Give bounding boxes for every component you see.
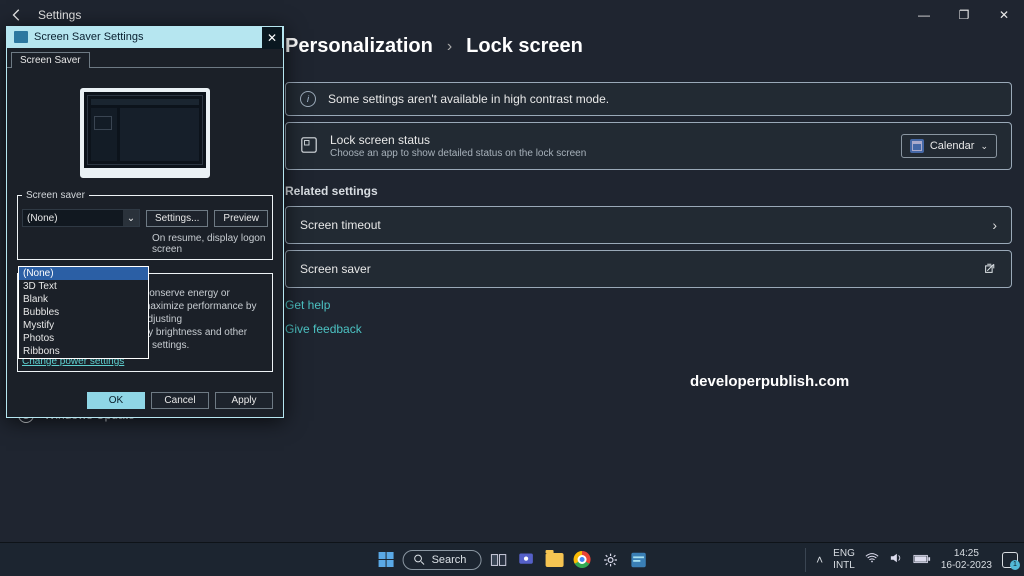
window-controls: — ❐ ✕ <box>904 0 1024 30</box>
lock-status-text: Lock screen status Choose an app to show… <box>330 133 889 159</box>
calendar-dropdown[interactable]: Calendar ⌄ <box>901 134 997 158</box>
open-external-icon <box>984 261 997 277</box>
wifi-icon[interactable] <box>865 552 879 567</box>
screensaver-fieldset: Screen saver (None) ⌄ Settings... Previe… <box>17 190 273 260</box>
breadcrumb-parent[interactable]: Personalization <box>285 35 433 58</box>
preview-button[interactable]: Preview <box>214 210 268 227</box>
settings-button[interactable] <box>599 549 621 571</box>
dropdown-option[interactable]: Mystify <box>19 319 148 332</box>
dropdown-option[interactable]: Bubbles <box>19 306 148 319</box>
screen-saver-row[interactable]: Screen saver <box>285 250 1012 288</box>
fieldset-legend: Screen saver <box>22 190 89 201</box>
screen-timeout-row[interactable]: Screen timeout › <box>285 206 1012 244</box>
tab-screensaver[interactable]: Screen Saver <box>11 52 90 68</box>
chat-button[interactable] <box>515 549 537 571</box>
screensaver-combobox[interactable]: (None) ⌄ <box>22 209 140 227</box>
calendar-label: Calendar <box>930 140 975 152</box>
breadcrumb: Personalization › Lock screen <box>285 35 1012 58</box>
notice-text: Some settings aren't available in high c… <box>328 92 997 106</box>
dropdown-option[interactable]: Blank <box>19 293 148 306</box>
dropdown-option[interactable]: (None) <box>19 267 148 280</box>
tray-chevron-icon[interactable]: ˄ <box>816 553 823 567</box>
dialog-titlebar[interactable]: Screen Saver Settings ✕ <box>7 26 283 48</box>
dialog-close-button[interactable]: ✕ <box>262 27 282 49</box>
get-help-link[interactable]: Get help <box>285 298 1012 312</box>
lang-line2: INTL <box>833 560 855 572</box>
chevron-down-icon: ⌄ <box>980 141 988 152</box>
chrome-button[interactable] <box>571 549 593 571</box>
ok-button[interactable]: OK <box>87 392 145 409</box>
lock-status-icon <box>300 136 318 157</box>
calendar-icon <box>910 139 924 153</box>
dialog-icon <box>14 31 28 43</box>
dropdown-option[interactable]: Ribbons <box>19 345 148 358</box>
date: 16-02-2023 <box>941 560 992 572</box>
battery-icon[interactable] <box>913 553 931 567</box>
lock-status-row[interactable]: Lock screen status Choose an app to show… <box>285 122 1012 170</box>
cancel-button[interactable]: Cancel <box>151 392 209 409</box>
chevron-right-icon: › <box>992 217 997 233</box>
taskbar: Search ˄ ENG INTL 14:25 16-02-2023 1 <box>0 542 1024 576</box>
lock-status-title: Lock screen status <box>330 133 889 147</box>
taskbar-search[interactable]: Search <box>403 550 482 570</box>
screensaver-dropdown-list: (None)3D TextBlankBubblesMystifyPhotosRi… <box>18 266 149 359</box>
related-heading: Related settings <box>285 184 1012 198</box>
taskbar-right: ˄ ENG INTL 14:25 16-02-2023 1 <box>805 548 1018 572</box>
notification-button[interactable]: 1 <box>1002 552 1018 568</box>
back-button[interactable] <box>6 4 28 26</box>
taskbar-center: Search <box>375 549 650 571</box>
settings-button[interactable]: Settings... <box>146 210 208 227</box>
chevron-down-icon: ⌄ <box>123 210 139 226</box>
dropdown-option[interactable]: 3D Text <box>19 280 148 293</box>
notif-badge: 1 <box>1010 560 1020 570</box>
app-button[interactable] <box>627 549 649 571</box>
clock[interactable]: 14:25 16-02-2023 <box>941 548 992 571</box>
screensaver-dialog: Screen Saver Settings ✕ Screen Saver Scr… <box>6 26 284 418</box>
app-title: Settings <box>38 8 81 22</box>
search-label: Search <box>432 554 467 566</box>
minimize-button[interactable]: — <box>904 0 944 30</box>
time: 14:25 <box>941 548 992 560</box>
main-content: Personalization › Lock screen i Some set… <box>285 35 1012 336</box>
start-button[interactable] <box>375 549 397 571</box>
screen-saver-label: Screen saver <box>300 262 972 276</box>
explorer-button[interactable] <box>543 549 565 571</box>
screensaver-preview <box>80 88 210 178</box>
combobox-value: (None) <box>27 213 58 224</box>
volume-icon[interactable] <box>889 552 903 567</box>
language-indicator[interactable]: ENG INTL <box>833 548 855 571</box>
dropdown-option[interactable]: Photos <box>19 332 148 345</box>
apply-button[interactable]: Apply <box>215 392 273 409</box>
lock-status-sub: Choose an app to show detailed status on… <box>330 148 889 159</box>
give-feedback-link[interactable]: Give feedback <box>285 322 1012 336</box>
dialog-buttons: OK Cancel Apply <box>7 386 283 417</box>
screen-timeout-label: Screen timeout <box>300 218 980 232</box>
dialog-title: Screen Saver Settings <box>34 31 143 43</box>
chevron-right-icon: › <box>447 38 452 56</box>
info-icon: i <box>300 91 316 107</box>
notice-banner: i Some settings aren't available in high… <box>285 82 1012 116</box>
task-view-button[interactable] <box>487 549 509 571</box>
watermark: developerpublish.com <box>690 373 849 390</box>
resume-checkbox-label[interactable]: On resume, display logon screen <box>22 233 268 255</box>
breadcrumb-current: Lock screen <box>466 35 583 58</box>
close-button[interactable]: ✕ <box>984 0 1024 30</box>
maximize-button[interactable]: ❐ <box>944 0 984 30</box>
lang-line1: ENG <box>833 548 855 560</box>
